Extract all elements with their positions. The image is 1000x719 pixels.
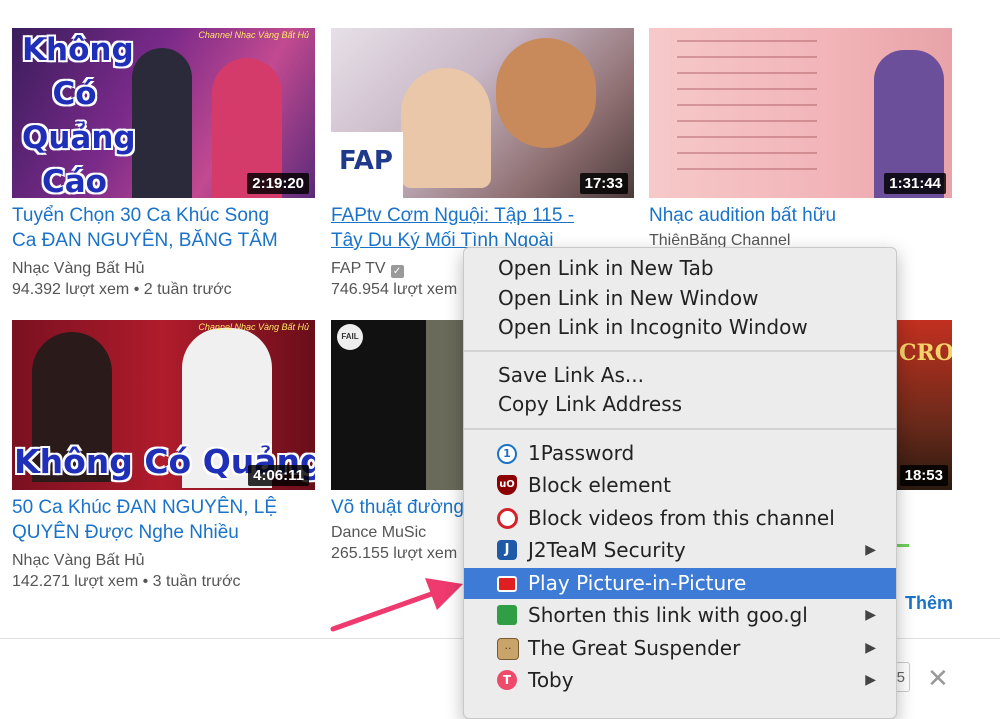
video-title[interactable]: 50 Ca Khúc ĐAN NGUYÊN, LỆ QUYÊN Được Ngh… [12, 495, 317, 545]
menu-item-block-channel[interactable]: Block videos from this channel [464, 503, 896, 534]
video-channel[interactable]: Nhạc Vàng Bất Hủ [12, 550, 317, 571]
video-thumbnail[interactable]: FAP 17:33 [331, 28, 634, 198]
menu-item-save-link[interactable]: Save Link As... [464, 360, 896, 391]
show-more-link[interactable]: Thêm [905, 593, 953, 614]
fap-logo: FAP [331, 132, 403, 198]
video-duration: 2:19:20 [247, 173, 309, 194]
video-stats: 265.155 lượt xem [331, 545, 458, 562]
video-title[interactable]: FAPtv Cơm Nguội: Tập 115 - Tây Du Ký Mối… [331, 203, 636, 253]
progress-hint [895, 544, 909, 547]
toby-icon: T [497, 670, 517, 690]
video-title[interactable]: Võ thuật đường [331, 495, 466, 520]
thumbnail-watermark: Channel Nhạc Vàng Bất Hủ [198, 30, 309, 40]
video-thumbnail[interactable]: Không Có Quảng Cáo Channel Nhạc Vàng Bất… [12, 320, 315, 490]
menu-item-open-new-tab[interactable]: Open Link in New Tab [464, 253, 896, 284]
submenu-arrow-icon: ▶ [865, 542, 876, 558]
video-channel[interactable]: Nhạc Vàng Bất Hủ [12, 258, 317, 279]
menu-item-open-new-window[interactable]: Open Link in New Window [464, 283, 896, 314]
ublock-icon: uO [497, 475, 517, 495]
submenu-arrow-icon: ▶ [865, 607, 876, 623]
menu-item-great-suspender[interactable]: ·· The Great Suspender ▶ [464, 633, 896, 664]
fail-badge: FAIL [337, 324, 363, 350]
suspender-icon: ·· [497, 638, 519, 660]
submenu-arrow-icon: ▶ [865, 640, 876, 656]
menu-item-picture-in-picture[interactable]: Play Picture-in-Picture [464, 568, 896, 599]
thumbnail-watermark: Channel Nhạc Vàng Bất Hủ [198, 322, 309, 332]
verified-icon: ✓ [390, 265, 404, 278]
pointer-arrow-icon [330, 578, 463, 632]
close-icon[interactable]: ✕ [927, 663, 949, 694]
menu-item-open-incognito[interactable]: Open Link in Incognito Window [464, 312, 896, 343]
video-title[interactable]: Nhạc audition bất hữu [649, 203, 954, 228]
pip-icon [497, 576, 517, 592]
1password-icon: 1 [497, 444, 517, 464]
video-thumbnail[interactable]: CRO 18:53 [895, 320, 952, 490]
menu-item-copy-link[interactable]: Copy Link Address [464, 389, 896, 420]
submenu-arrow-icon: ▶ [865, 672, 876, 688]
video-thumbnail[interactable]: 1:31:44 [649, 28, 952, 198]
menu-item-j2team[interactable]: J J2TeaM Security ▶ [464, 535, 896, 566]
video-thumbnail[interactable]: Không Có Quảng Cáo Channel Nhạc Vàng Bất… [12, 28, 315, 198]
j2team-icon: J [497, 540, 517, 560]
menu-separator [464, 428, 896, 430]
menu-item-block-element[interactable]: uO Block element [464, 470, 896, 501]
menu-item-1password[interactable]: 1 1Password [464, 438, 896, 469]
menu-item-shorten-link[interactable]: Shorten this link with goo.gl ▶ [464, 600, 896, 631]
video-channel[interactable]: Dance MuSic [331, 522, 461, 543]
video-duration: 1:31:44 [884, 173, 946, 194]
menu-separator [464, 350, 896, 352]
block-icon [497, 508, 518, 529]
video-stats: 94.392 lượt xem • 2 tuần trước [12, 281, 232, 298]
googl-icon [497, 605, 517, 625]
video-stats: 142.271 lượt xem • 3 tuần trước [12, 573, 241, 590]
thumbnail-overlay-text: Không Có Quảng Cáo [22, 32, 136, 198]
video-title[interactable]: Tuyển Chọn 30 Ca Khúc Song Ca ĐAN NGUYÊN… [12, 203, 317, 253]
channel-name[interactable]: FAP TV [331, 260, 386, 277]
thumbnail-overlay-text: CRO [899, 340, 952, 366]
menu-item-toby[interactable]: T Toby ▶ [464, 665, 896, 696]
video-thumbnail[interactable]: FAIL [331, 320, 471, 490]
video-duration: 4:06:11 [248, 465, 309, 486]
video-duration: 17:33 [579, 173, 628, 194]
context-menu: Open Link in New Tab Open Link in New Wi… [463, 247, 897, 719]
video-duration: 18:53 [899, 465, 948, 486]
